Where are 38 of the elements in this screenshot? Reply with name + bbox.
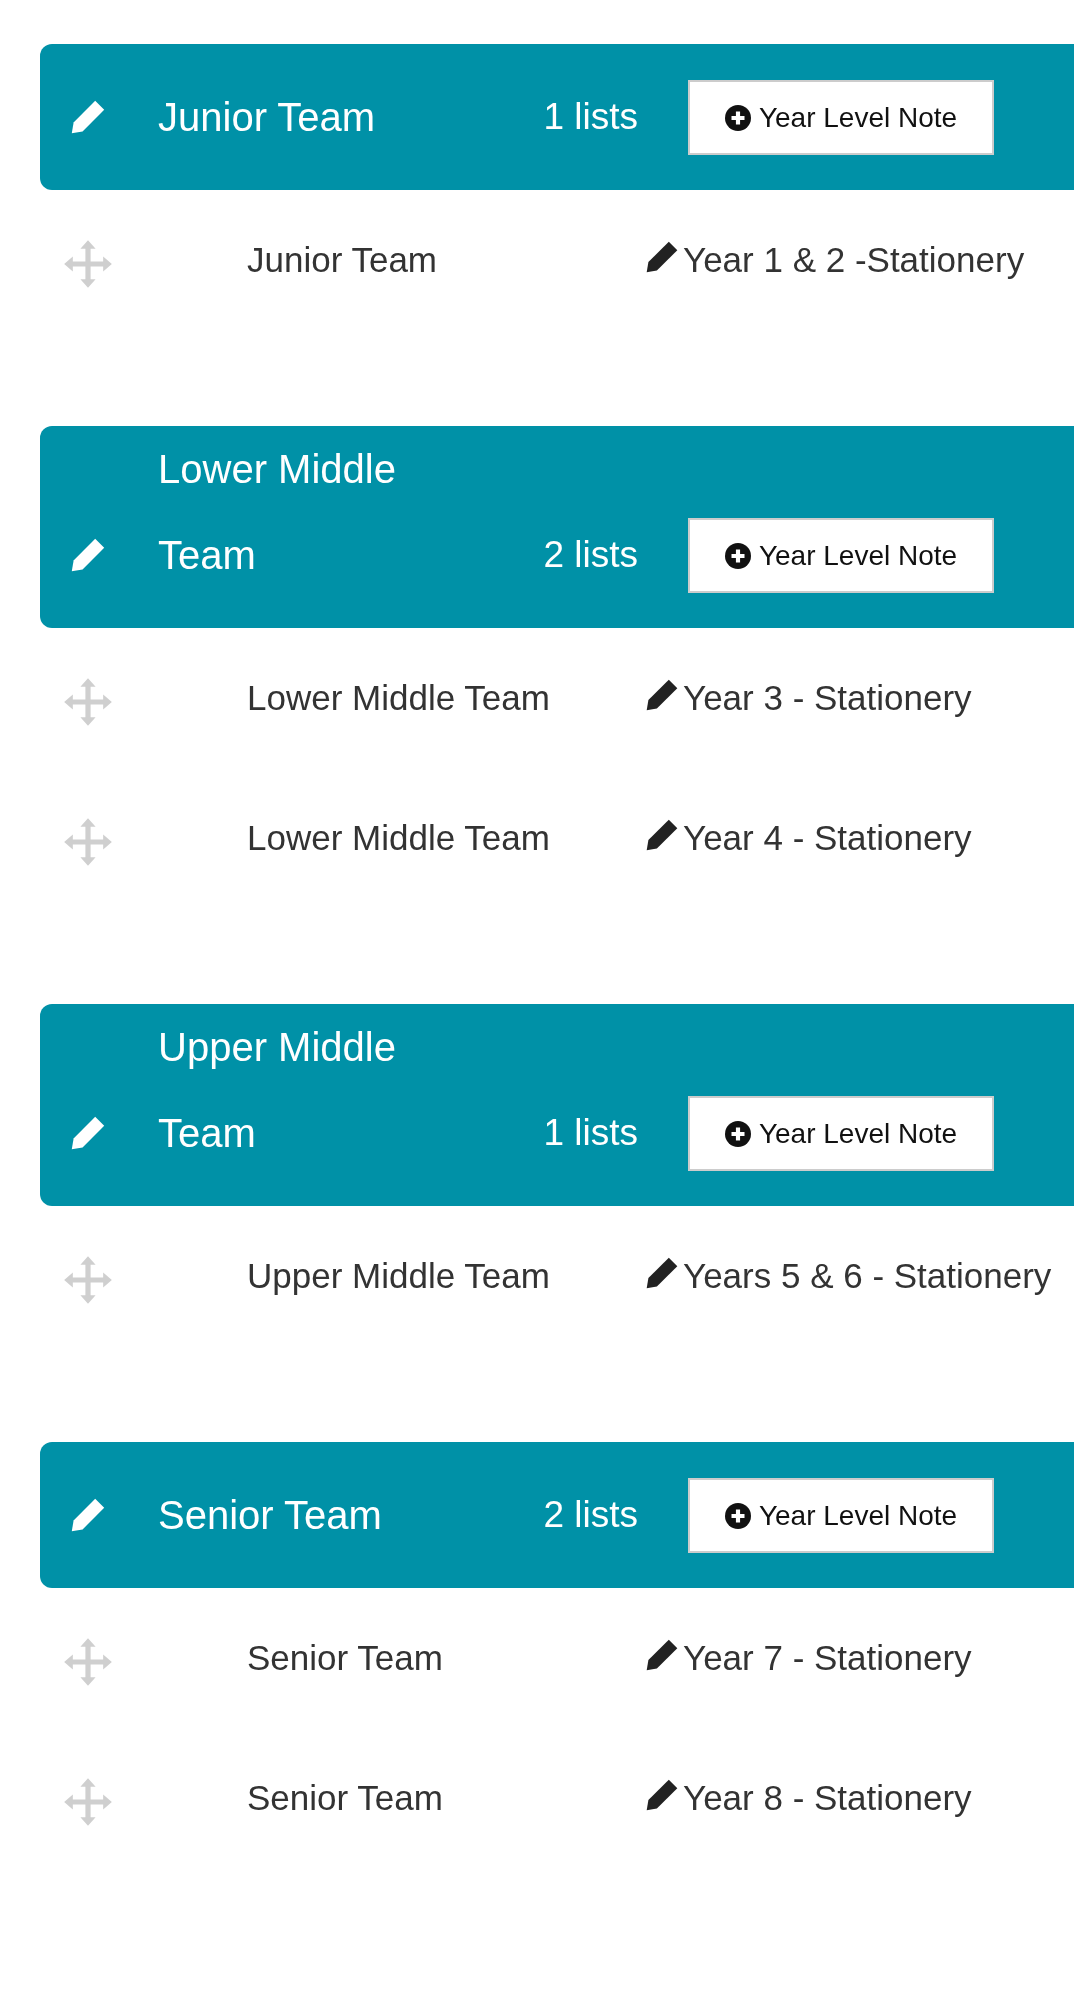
- list-count: 2 lists: [542, 533, 638, 577]
- team-name: Senior Team: [247, 1637, 444, 1679]
- pencil-icon[interactable]: [645, 678, 679, 712]
- team-title: Senior Team: [158, 1492, 383, 1539]
- pencil-icon[interactable]: [645, 240, 679, 274]
- edit-icon[interactable]: [70, 1497, 106, 1533]
- list-count: 1 lists: [542, 95, 638, 139]
- pencil-icon[interactable]: [645, 1256, 679, 1290]
- plus-circle-icon: [724, 1502, 751, 1529]
- team-title: Upper Middle Team: [158, 1024, 397, 1157]
- plus-circle-icon: [724, 1120, 751, 1147]
- list-link[interactable]: Year 7 - Stationery: [645, 1624, 1074, 1692]
- pencil-icon[interactable]: [645, 1778, 679, 1812]
- team-name: Upper Middle Team: [247, 1255, 551, 1297]
- team-name: Senior Team: [247, 1777, 444, 1819]
- list-link[interactable]: Years 5 & 6 - Stationery: [645, 1242, 1074, 1310]
- year-level-note-button[interactable]: Year Level Note: [688, 1096, 994, 1171]
- edit-icon[interactable]: [70, 1115, 106, 1151]
- list-link[interactable]: Year 8 - Stationery: [645, 1764, 1074, 1832]
- list-link[interactable]: Year 4 - Stationery: [645, 804, 1074, 872]
- team-name: Lower Middle Team: [247, 677, 551, 719]
- list-link[interactable]: Year 1 & 2 -Stationery: [645, 226, 1074, 294]
- year-level-note-button[interactable]: Year Level Note: [688, 1478, 994, 1553]
- plus-circle-icon: [724, 542, 751, 569]
- team-name: Lower Middle Team: [247, 817, 551, 859]
- pencil-icon[interactable]: [645, 1638, 679, 1672]
- list-count: 1 lists: [542, 1111, 638, 1155]
- list-count: 2 lists: [542, 1493, 638, 1537]
- year-level-note-button[interactable]: Year Level Note: [688, 80, 994, 155]
- edit-icon[interactable]: [70, 99, 106, 135]
- team-title: Junior Team: [158, 94, 377, 141]
- pencil-icon[interactable]: [645, 818, 679, 852]
- year-level-note-button[interactable]: Year Level Note: [688, 518, 994, 593]
- list-link[interactable]: Year 3 - Stationery: [645, 664, 1074, 732]
- edit-icon[interactable]: [70, 537, 106, 573]
- team-name: Junior Team: [247, 239, 438, 281]
- plus-circle-icon: [724, 104, 751, 131]
- team-title: Lower Middle Team: [158, 446, 397, 579]
